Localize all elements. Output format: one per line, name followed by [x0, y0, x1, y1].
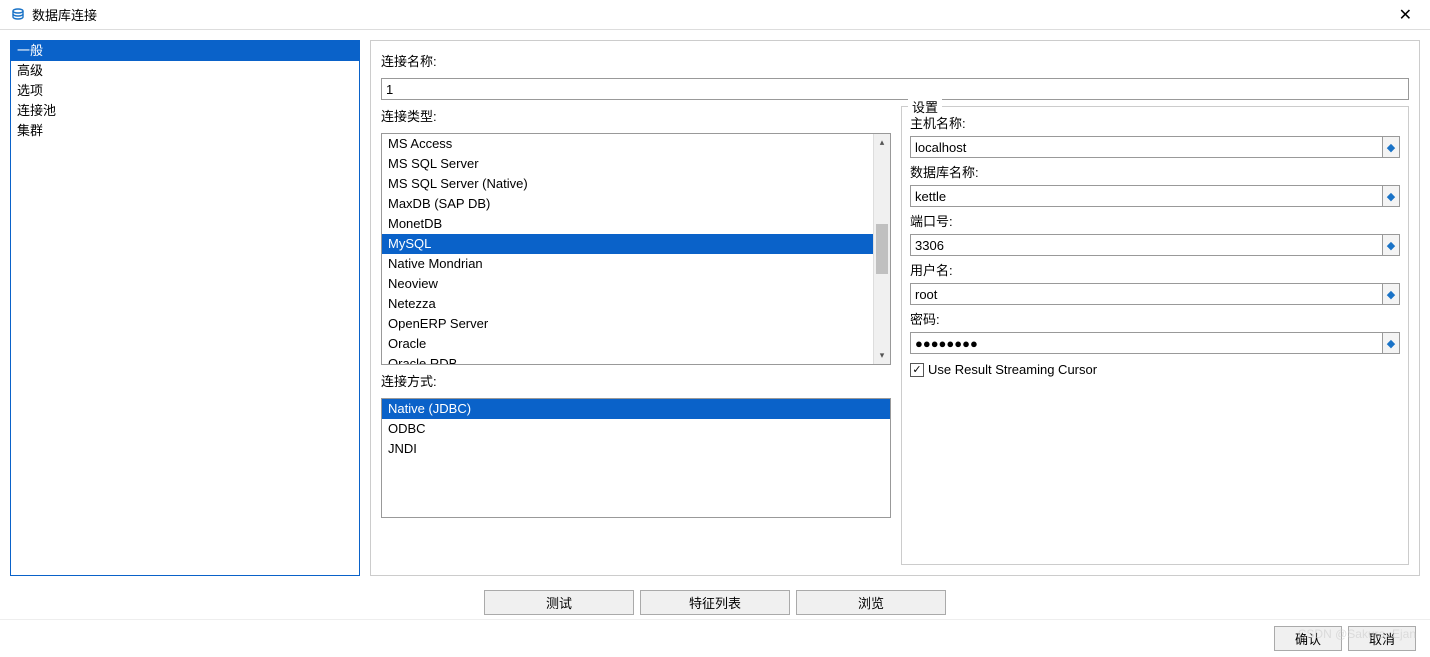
sidebar: 一般高级选项连接池集群 [10, 40, 360, 576]
variable-icon[interactable]: ◆ [1382, 234, 1400, 256]
port-input[interactable] [910, 234, 1382, 256]
right-column: 设置 主机名称: ◆ 数据库名称: ◆ [901, 106, 1409, 565]
port-label: 端口号: [910, 211, 1400, 230]
settings-fieldset: 设置 主机名称: ◆ 数据库名称: ◆ [901, 106, 1409, 565]
stream-cursor-label: Use Result Streaming Cursor [928, 362, 1097, 377]
test-button[interactable]: 测试 [484, 590, 634, 615]
list-item[interactable]: MonetDB [382, 214, 873, 234]
scroll-up-icon[interactable]: ▴ [874, 134, 890, 151]
cancel-button[interactable]: 取消 [1348, 626, 1416, 651]
variable-icon[interactable]: ◆ [1382, 185, 1400, 207]
list-item[interactable]: Oracle [382, 334, 873, 354]
list-item[interactable]: MaxDB (SAP DB) [382, 194, 873, 214]
ok-button[interactable]: 确认 [1274, 626, 1342, 651]
conn-type-listbox[interactable]: MS AccessMS SQL ServerMS SQL Server (Nat… [381, 133, 891, 365]
sidebar-item[interactable]: 集群 [11, 121, 359, 141]
db-label: 数据库名称: [910, 162, 1400, 181]
browse-button[interactable]: 浏览 [796, 590, 946, 615]
list-item[interactable]: Native Mondrian [382, 254, 873, 274]
host-input[interactable] [910, 136, 1382, 158]
password-input[interactable] [910, 332, 1382, 354]
feature-list-button[interactable]: 特征列表 [640, 590, 790, 615]
list-item[interactable]: MySQL [382, 234, 873, 254]
user-input[interactable] [910, 283, 1382, 305]
titlebar: 数据库连接 ✕ [0, 0, 1430, 30]
list-item[interactable]: Native (JDBC) [382, 399, 890, 419]
list-item[interactable]: OpenERP Server [382, 314, 873, 334]
conn-method-listbox[interactable]: Native (JDBC)ODBCJNDI [381, 398, 891, 518]
scroll-thumb[interactable] [876, 224, 888, 274]
list-item[interactable]: MS SQL Server [382, 154, 873, 174]
conn-method-label: 连接方式: [381, 371, 891, 390]
window-title: 数据库连接 [32, 5, 1391, 24]
action-button-row: 测试 特征列表 浏览 [0, 586, 1430, 615]
list-item[interactable]: ODBC [382, 419, 890, 439]
user-label: 用户名: [910, 260, 1400, 279]
host-label: 主机名称: [910, 113, 1400, 132]
scrollbar[interactable]: ▴ ▾ [873, 134, 890, 364]
sidebar-item[interactable]: 连接池 [11, 101, 359, 121]
footer: 确认 取消 [0, 619, 1430, 657]
list-item[interactable]: MS Access [382, 134, 873, 154]
settings-legend: 设置 [908, 97, 942, 116]
checkbox-checked-icon[interactable]: ✓ [910, 363, 924, 377]
conn-name-label: 连接名称: [381, 51, 1409, 70]
dialog-body: 一般高级选项连接池集群 连接名称: 连接类型: MS AccessMS SQL … [0, 30, 1430, 586]
list-item[interactable]: MS SQL Server (Native) [382, 174, 873, 194]
variable-icon[interactable]: ◆ [1382, 283, 1400, 305]
left-column: 连接类型: MS AccessMS SQL ServerMS SQL Serve… [381, 106, 891, 565]
close-button[interactable]: ✕ [1391, 3, 1420, 27]
list-item[interactable]: Netezza [382, 294, 873, 314]
sidebar-item[interactable]: 选项 [11, 81, 359, 101]
conn-name-input[interactable] [381, 78, 1409, 100]
scroll-down-icon[interactable]: ▾ [874, 347, 890, 364]
db-input[interactable] [910, 185, 1382, 207]
variable-icon[interactable]: ◆ [1382, 332, 1400, 354]
password-label: 密码: [910, 309, 1400, 328]
list-item[interactable]: Neoview [382, 274, 873, 294]
list-item[interactable]: JNDI [382, 439, 890, 459]
sidebar-item[interactable]: 高级 [11, 61, 359, 81]
stream-cursor-row[interactable]: ✓ Use Result Streaming Cursor [910, 362, 1400, 377]
sidebar-item[interactable]: 一般 [11, 41, 359, 61]
list-item[interactable]: Oracle RDB [382, 354, 873, 364]
main-panel: 连接名称: 连接类型: MS AccessMS SQL ServerMS SQL… [370, 40, 1420, 576]
conn-type-label: 连接类型: [381, 106, 891, 125]
database-icon [10, 7, 26, 23]
variable-icon[interactable]: ◆ [1382, 136, 1400, 158]
